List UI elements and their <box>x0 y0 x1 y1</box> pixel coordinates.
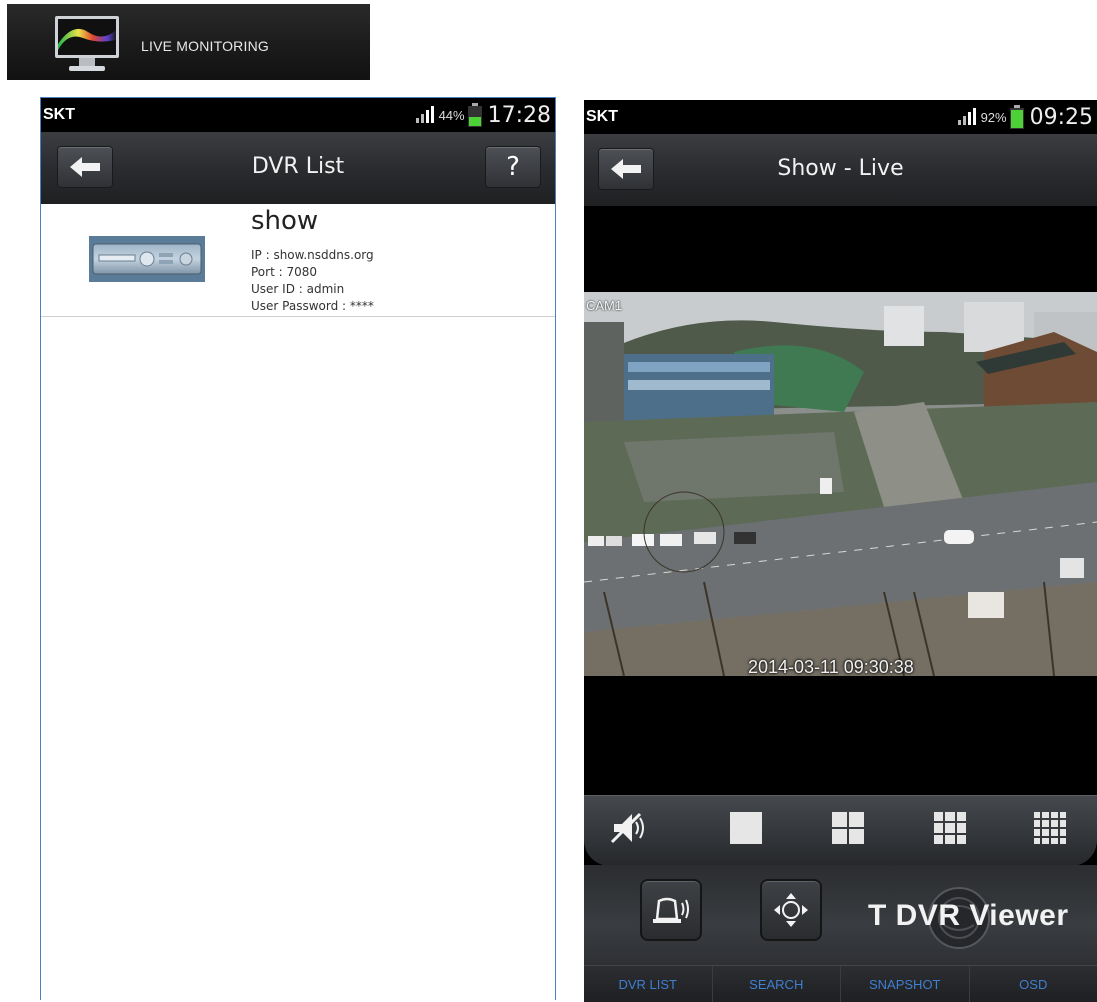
control-bar: T DVR Viewer <box>584 865 1097 965</box>
alarm-siren-icon <box>653 897 689 923</box>
brand-logo: T DVR Viewer <box>868 899 1069 932</box>
mute-icon <box>610 812 644 844</box>
dvr-user-password: User Password : **** <box>251 299 374 313</box>
sixteen-view-icon <box>1034 812 1066 844</box>
camera-scene <box>584 292 1097 676</box>
battery-icon <box>1009 105 1024 129</box>
dvr-name: show <box>251 206 319 236</box>
nine-view-button[interactable] <box>928 806 972 850</box>
bottom-tab-bar: DVR LIST SEARCH SNAPSHOT OSD <box>584 965 1097 1002</box>
status-bar: SKT 92% 09:25 <box>584 100 1097 134</box>
page-title: Show - Live <box>777 156 904 181</box>
banner-title: LIVE MONITORING <box>141 38 269 54</box>
dvr-list: show IP : show.nsddns.org Port : 7080 Us… <box>41 204 555 1000</box>
carrier-label: SKT <box>43 106 75 123</box>
page-title: DVR List <box>251 154 345 179</box>
signal-icon <box>415 106 434 123</box>
battery-percent: 92% <box>980 109 1007 125</box>
camera-label: CAM1 <box>586 298 623 313</box>
live-monitoring-banner: LIVE MONITORING <box>7 4 370 80</box>
carrier-label: SKT <box>586 108 618 125</box>
dvr-ip: IP : show.nsddns.org <box>251 248 374 262</box>
nine-view-icon <box>934 812 966 844</box>
single-view-icon <box>730 812 762 844</box>
mute-button[interactable] <box>608 806 652 850</box>
tab-snapshot[interactable]: SNAPSHOT <box>841 966 970 1002</box>
dvr-list-screen: SKT 44% 17:28 DVR List ? show IP: show.… <box>40 97 556 1000</box>
help-icon: ? <box>506 152 520 182</box>
title-bar: DVR List ? <box>41 132 555 204</box>
dvr-device-icon <box>89 236 205 282</box>
help-button[interactable]: ? <box>485 146 541 188</box>
sixteen-view-button[interactable] <box>1028 806 1072 850</box>
dvr-user-id: User ID : admin <box>251 282 345 296</box>
ptz-move-icon <box>774 893 808 927</box>
ptz-button[interactable] <box>760 879 822 941</box>
clock: 17:28 <box>487 102 551 128</box>
title-bar: Show - Live <box>584 134 1097 206</box>
battery-icon <box>467 103 482 127</box>
layout-toolbar <box>584 795 1097 866</box>
camera-video-feed[interactable]: CAM1 2014-03-11 09:30:38 <box>584 292 1097 676</box>
dvr-list-item[interactable]: show IP : show.nsddns.org Port : 7080 Us… <box>41 204 555 317</box>
tab-search[interactable]: SEARCH <box>713 966 841 1002</box>
single-view-button[interactable] <box>724 806 768 850</box>
alarm-button[interactable] <box>640 879 702 941</box>
signal-icon <box>957 108 976 125</box>
battery-percent: 44% <box>438 107 465 123</box>
live-view-screen: SKT 92% 09:25 Show - Live CAM1 2014-03-1… <box>584 100 1097 1002</box>
quad-view-icon <box>832 812 864 844</box>
tab-osd[interactable]: OSD <box>970 966 1097 1002</box>
monitor-icon <box>55 16 119 71</box>
dvr-port: Port : 7080 <box>251 265 317 279</box>
quad-view-button[interactable] <box>826 806 870 850</box>
status-bar: SKT 44% 17:28 <box>41 98 555 132</box>
tab-dvr-list[interactable]: DVR LIST <box>584 966 713 1002</box>
clock: 09:25 <box>1029 104 1093 130</box>
video-timestamp: 2014-03-11 09:30:38 <box>748 657 914 676</box>
